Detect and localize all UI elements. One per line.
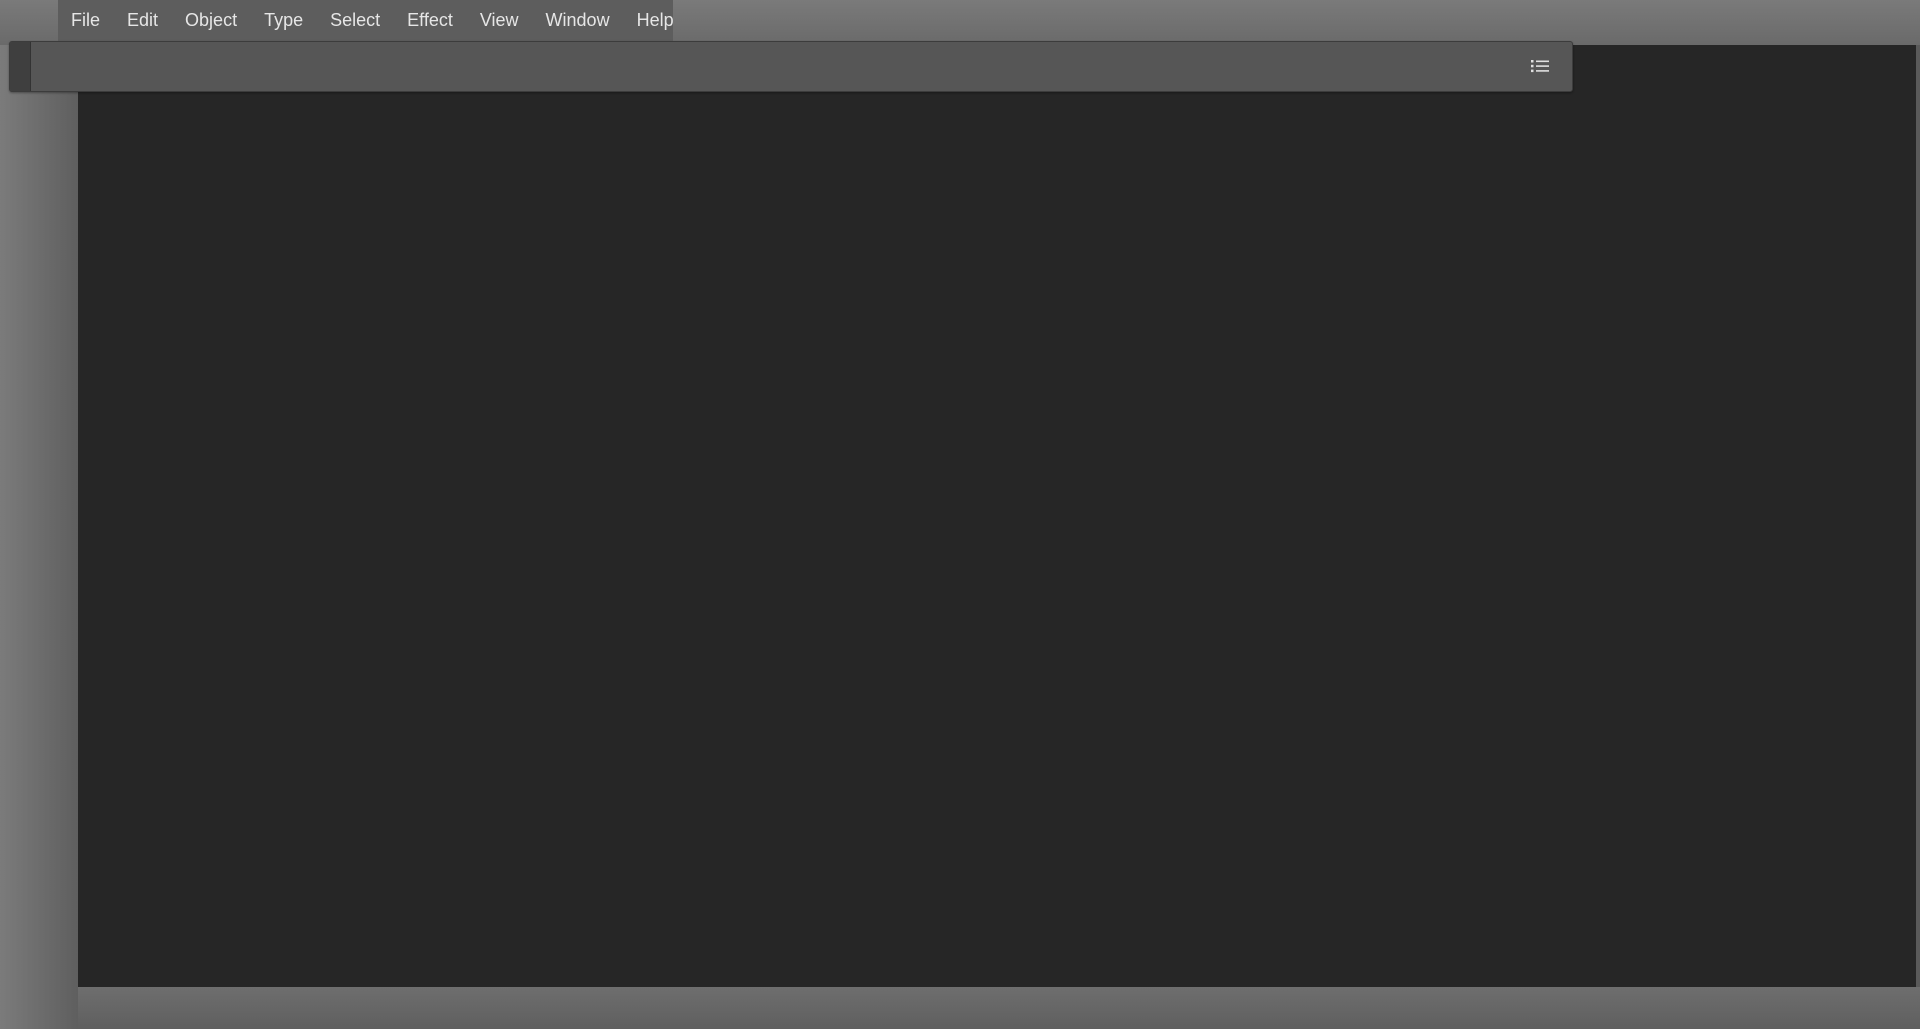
canvas-edge (1916, 45, 1920, 987)
menu-window[interactable]: Window (546, 0, 610, 41)
menu-effect[interactable]: Effect (407, 0, 453, 41)
menu-object[interactable]: Object (185, 0, 237, 41)
panel-menu-icon[interactable] (1530, 56, 1550, 76)
status-bar (78, 987, 1920, 1029)
panel-grip-handle[interactable] (10, 42, 31, 91)
menu-bar: File Edit Object Type Select Effect View… (58, 0, 674, 41)
menu-edit[interactable]: Edit (127, 0, 158, 41)
menu-file[interactable]: File (71, 0, 100, 41)
menu-help[interactable]: Help (637, 0, 674, 41)
artboard-canvas[interactable] (78, 45, 1916, 987)
control-panel (9, 41, 1573, 92)
menu-view[interactable]: View (480, 0, 519, 41)
menu-type[interactable]: Type (264, 0, 303, 41)
menu-select[interactable]: Select (330, 0, 380, 41)
